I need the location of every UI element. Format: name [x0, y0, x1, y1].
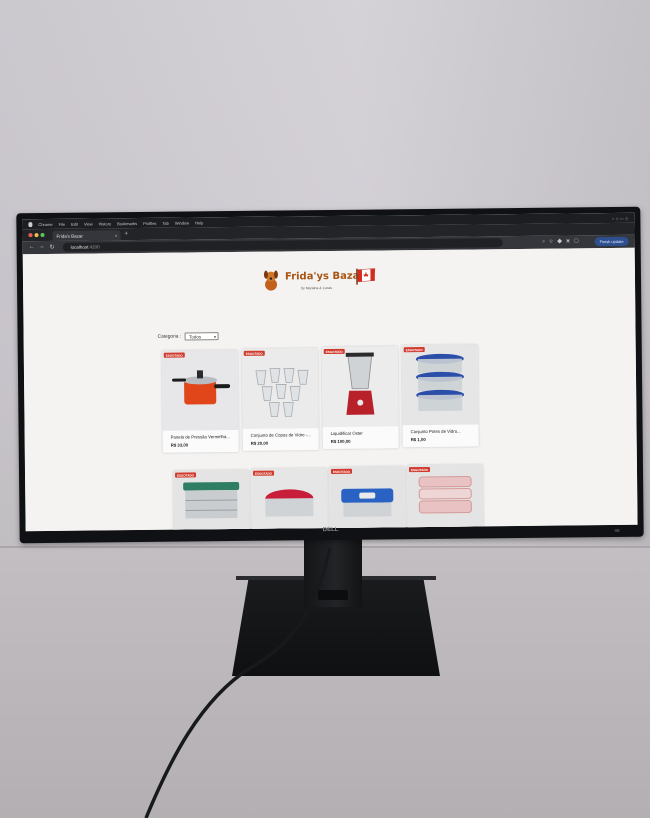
sold-out-badge: ESGOTADO	[330, 468, 352, 474]
product-price: R$ 20,00	[250, 440, 269, 446]
sold-out-badge: ESGOTADO	[408, 466, 430, 473]
product-card[interactable]: ESGOTADO Conjunto Potes de Vidro... R$ 1…	[401, 344, 479, 448]
product-price: R$ 33,00	[170, 442, 189, 448]
sold-out-badge: ESGOTADO	[403, 347, 425, 353]
menu-app-name[interactable]: Chrome	[38, 221, 52, 226]
canada-flag-icon	[356, 268, 376, 285]
window-close-button[interactable]	[28, 233, 33, 238]
menu-edit[interactable]: Edit	[71, 221, 78, 226]
apple-icon[interactable]	[28, 221, 33, 227]
screen: Chrome File Edit View History Bookmarks …	[22, 212, 638, 532]
category-select-value: Todos	[189, 333, 202, 339]
menu-tab[interactable]: Tab	[162, 220, 169, 225]
toolbar-extension-icons[interactable]: ⌕☆◆▣◯	[542, 238, 582, 244]
product-image-red-containers	[250, 468, 328, 532]
menu-history[interactable]: History	[99, 221, 112, 226]
cable-management-hole	[318, 590, 348, 600]
back-arrow-icon[interactable]: ←	[29, 244, 35, 250]
new-tab-icon[interactable]: +	[124, 231, 128, 237]
product-name: Liquidificar Oster	[330, 430, 363, 436]
product-name: Conjunto de Copos de Vidro -...	[250, 432, 311, 438]
url-host: localhost	[70, 244, 89, 250]
menu-bookmarks[interactable]: Bookmarks	[117, 221, 137, 226]
menu-help[interactable]: Help	[195, 220, 203, 225]
product-image-green-containers	[172, 469, 250, 532]
product-card[interactable]: ESGOTADO	[406, 464, 485, 532]
brand-subtitle: by Mariana & Lucas	[301, 285, 333, 291]
product-card[interactable]: ESGOTADO	[250, 468, 329, 532]
sold-out-badge: ESGOTADO	[163, 352, 185, 358]
dog-mascot-icon	[263, 270, 278, 291]
monitor-brand-logo: DELL	[322, 526, 339, 534]
category-filter-label: Categoria :	[157, 334, 182, 340]
category-filter: Categoria : Todos ▾	[158, 332, 220, 341]
sold-out-badge: ESGOTADO	[323, 348, 345, 355]
window-minimize-button[interactable]	[34, 233, 39, 238]
product-image-blue-containers	[328, 466, 406, 532]
profile-button[interactable]: Finish update	[594, 236, 629, 247]
product-card[interactable]: ESGOTADO	[328, 466, 407, 532]
tab-title: Frida's Bazar	[56, 233, 83, 239]
product-price: R$ 1,00	[410, 437, 426, 443]
product-image-glass-containers	[401, 344, 479, 426]
window-zoom-button[interactable]	[40, 232, 45, 238]
product-image-pink-containers	[406, 464, 484, 532]
product-card[interactable]: ESGOTADO Conjunto de Copos de Vidro -...…	[241, 348, 319, 451]
brand-logo[interactable]: Frida'ys Bazar by Mariana & Lucas	[259, 264, 399, 299]
product-card[interactable]: ESGOTADO Liquidificar Oster R$ 100,00	[321, 346, 399, 450]
product-image-pressure-cooker	[161, 349, 239, 431]
reload-icon[interactable]: ↻	[50, 244, 55, 251]
web-page: Frida'ys Bazar by Mariana & Lucas Catego…	[22, 247, 638, 532]
menu-window[interactable]: Window	[175, 220, 189, 225]
sold-out-badge: ESGOTADO	[252, 470, 275, 476]
product-grid: ESGOTADO Panela de Pressão Vermelha... R…	[161, 344, 494, 532]
category-select[interactable]: Todos ▾	[185, 332, 220, 341]
product-name: Conjunto Potes de Vidro...	[410, 428, 461, 435]
tab-close-icon[interactable]: ×	[115, 233, 118, 238]
tab-fridas-bazar[interactable]: Frida's Bazar ×	[52, 230, 121, 241]
url-port: :4200	[88, 244, 100, 250]
chevron-down-icon: ▾	[214, 333, 217, 339]
product-card[interactable]: ESGOTADO	[172, 469, 251, 532]
product-image-glass-cups	[241, 348, 319, 429]
forward-arrow-icon[interactable]: →	[39, 244, 45, 250]
menu-file[interactable]: File	[59, 221, 66, 226]
status-icons: ◐ ◇ ▭ ◷	[612, 215, 629, 221]
monitor: Chrome File Edit View History Bookmarks …	[16, 206, 644, 544]
brand-title: Frida'ys Bazar	[284, 270, 365, 283]
product-name: Panela de Pressão Vermelha...	[170, 434, 230, 440]
power-button[interactable]	[614, 528, 620, 533]
sold-out-badge: ESGOTADO	[175, 472, 197, 478]
product-card[interactable]: ESGOTADO Panela de Pressão Vermelha... R…	[161, 349, 239, 453]
product-price: R$ 100,00	[330, 438, 351, 444]
menu-profiles[interactable]: Profiles	[143, 220, 156, 225]
product-image-blender	[321, 346, 399, 428]
menu-view[interactable]: View	[84, 221, 93, 226]
sold-out-badge: ESGOTADO	[243, 350, 265, 356]
